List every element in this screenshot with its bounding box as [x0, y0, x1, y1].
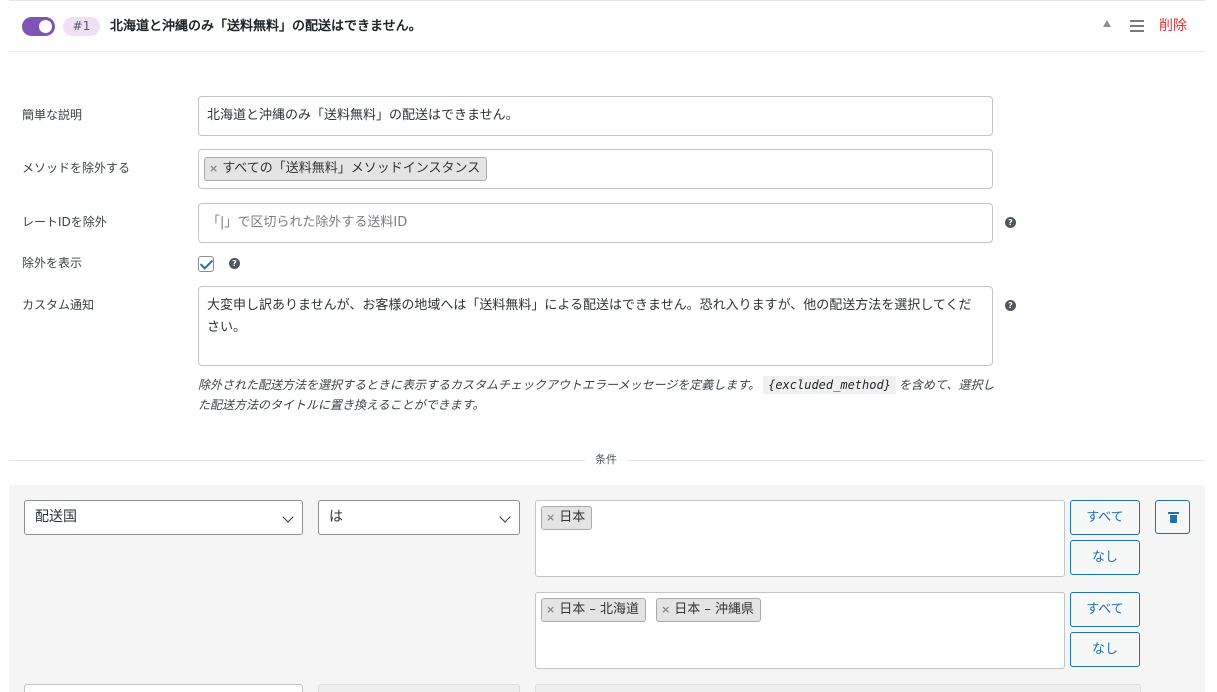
country-tag: × 日本 — [541, 506, 593, 530]
condition-operator-select[interactable]: は — [318, 500, 520, 535]
custom-notice-label: カスタム通知 — [22, 298, 95, 312]
exclude-methods-select[interactable]: × すべての「送料無料」メソッドインスタンス — [198, 149, 993, 189]
remove-tag-icon[interactable]: × — [546, 603, 555, 616]
show-exclusion-checkbox[interactable] — [198, 256, 214, 272]
help-icon[interactable]: ? — [1005, 217, 1016, 228]
placeholder-code: {excluded_method} — [763, 376, 896, 394]
conditions-area: 配送国 は × 日本 すべて なし × 日本 – 北海道 × 日本 – 沖縄県 すべて… — [9, 485, 1205, 692]
chevron-down-icon — [282, 511, 294, 523]
delete-rule-link[interactable]: 削除 — [1159, 17, 1187, 36]
exclude-methods-label: メソッドを除外する — [22, 161, 131, 175]
help-icon[interactable]: ? — [1005, 300, 1016, 311]
chevron-down-icon — [499, 511, 511, 523]
shipping-rule-panel: #1 北海道と沖縄のみ「送料無料」の配送はできません。 削除 簡単な説明 北海道… — [9, 0, 1205, 692]
select-none-countries-button[interactable]: なし — [1070, 540, 1140, 575]
remove-tag-icon[interactable]: × — [546, 511, 555, 524]
rule-number-badge: #1 — [63, 17, 100, 36]
next-condition-value-input[interactable] — [535, 684, 1141, 692]
show-exclusion-label: 除外を表示 — [22, 256, 83, 270]
conditions-heading: 条件 — [585, 453, 627, 467]
rule-enabled-toggle[interactable] — [22, 17, 55, 36]
description-input[interactable]: 北海道と沖縄のみ「送料無料」の配送はできません。 — [198, 96, 993, 136]
remove-tag-icon[interactable]: × — [661, 603, 670, 616]
delete-condition-button[interactable] — [1155, 500, 1190, 534]
exclude-rate-ids-input[interactable]: 「|」で区切られた除外する送料ID — [198, 203, 993, 243]
custom-notice-description: 除外された配送方法を選択するときに表示するカスタムチェックアウトエラーメッセージ… — [198, 376, 995, 412]
description-label: 簡単な説明 — [22, 108, 83, 122]
drag-handle-menu-icon[interactable] — [1130, 20, 1144, 32]
exclude-rate-ids-placeholder: 「|」で区切られた除外する送料ID — [207, 215, 408, 230]
trash-icon — [1168, 512, 1179, 523]
select-all-regions-button[interactable]: すべて — [1070, 592, 1140, 627]
next-condition-field-select[interactable] — [24, 684, 303, 692]
select-all-countries-button[interactable]: すべて — [1070, 500, 1140, 535]
remove-tag-icon[interactable]: × — [209, 162, 218, 175]
rule-header: #1 北海道と沖縄のみ「送料無料」の配送はできません。 削除 — [9, 1, 1205, 52]
select-none-regions-button[interactable]: なし — [1070, 632, 1140, 667]
next-condition-operator-select[interactable] — [318, 684, 520, 692]
method-tag: × すべての「送料無料」メソッドインスタンス — [204, 157, 488, 181]
rule-title: 北海道と沖縄のみ「送料無料」の配送はできません。 — [110, 19, 422, 34]
country-multiselect[interactable]: × 日本 — [535, 500, 1065, 577]
help-icon[interactable]: ? — [229, 258, 240, 269]
region-tag: × 日本 – 沖縄県 — [656, 598, 762, 622]
region-multiselect[interactable]: × 日本 – 北海道 × 日本 – 沖縄県 — [535, 592, 1065, 669]
collapse-arrow-icon[interactable] — [1103, 20, 1111, 27]
region-tag: × 日本 – 北海道 — [541, 598, 646, 622]
exclude-rate-ids-label: レートIDを除外 — [22, 215, 107, 229]
custom-notice-textarea[interactable]: 大変申し訳ありませんが、お客様の地域へは「送料無料」による配送はできません。恐れ… — [198, 286, 993, 366]
condition-field-select[interactable]: 配送国 — [24, 500, 303, 535]
